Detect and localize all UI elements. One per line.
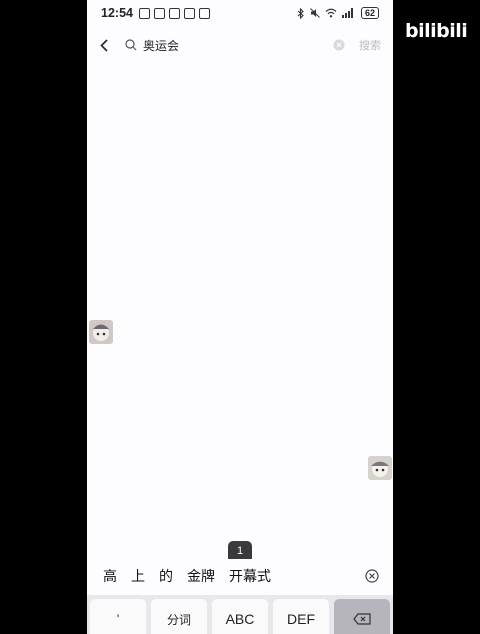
status-bar: 12:54 62 [87, 0, 393, 26]
back-icon[interactable] [97, 38, 111, 52]
bluetooth-icon [297, 7, 304, 19]
screen: 12:54 62 奥运会 搜索 1 高 上 的 金牌 开幕式 ' 分词 ABC … [0, 0, 480, 634]
status-time: 12:54 [101, 6, 133, 20]
notification-icon [198, 7, 210, 19]
notification-icon [168, 7, 180, 19]
battery-indicator: 62 [360, 7, 379, 19]
abc-key[interactable]: ABC [212, 599, 268, 634]
candidate-item[interactable]: 开幕式 [229, 566, 271, 586]
search-query-text: 奥运会 [143, 38, 180, 53]
search-icon [125, 39, 137, 51]
ime-candidate-bar: 高 上 的 金牌 开幕式 [87, 559, 393, 593]
status-right: 62 [297, 7, 379, 19]
collapse-candidates-icon[interactable] [365, 569, 379, 583]
apostrophe-key[interactable]: ' [90, 599, 146, 634]
signal-icon [341, 8, 353, 18]
sticker-thumbnail [89, 320, 113, 344]
sticker-thumbnail [368, 456, 392, 480]
clear-search-icon[interactable] [333, 39, 345, 51]
wifi-icon [325, 8, 337, 18]
candidate-item[interactable]: 高 [103, 566, 117, 586]
segment-key[interactable]: 分词 [151, 599, 207, 634]
search-header: 奥运会 搜索 [87, 28, 393, 62]
mute-icon [310, 8, 320, 18]
candidate-item[interactable]: 上 [131, 566, 145, 586]
backspace-icon [353, 613, 371, 625]
search-input[interactable]: 奥运会 [125, 37, 333, 54]
def-key[interactable]: DEF [273, 599, 329, 634]
bilibili-logo: bilibili [405, 18, 469, 47]
ime-keyboard: ' 分词 ABC DEF [87, 595, 393, 634]
backspace-key[interactable] [334, 599, 390, 634]
svg-text:bilibili: bilibili [405, 20, 467, 42]
candidate-item[interactable]: 金牌 [187, 566, 215, 586]
candidate-item[interactable]: 的 [159, 566, 173, 586]
phone-screen: 12:54 62 奥运会 搜索 1 高 上 的 金牌 开幕式 ' 分词 ABC … [87, 0, 393, 634]
notification-icon [183, 7, 195, 19]
notification-icon [153, 7, 165, 19]
notification-icon [138, 7, 150, 19]
search-button[interactable]: 搜索 [359, 37, 381, 53]
notification-icons [138, 7, 210, 19]
